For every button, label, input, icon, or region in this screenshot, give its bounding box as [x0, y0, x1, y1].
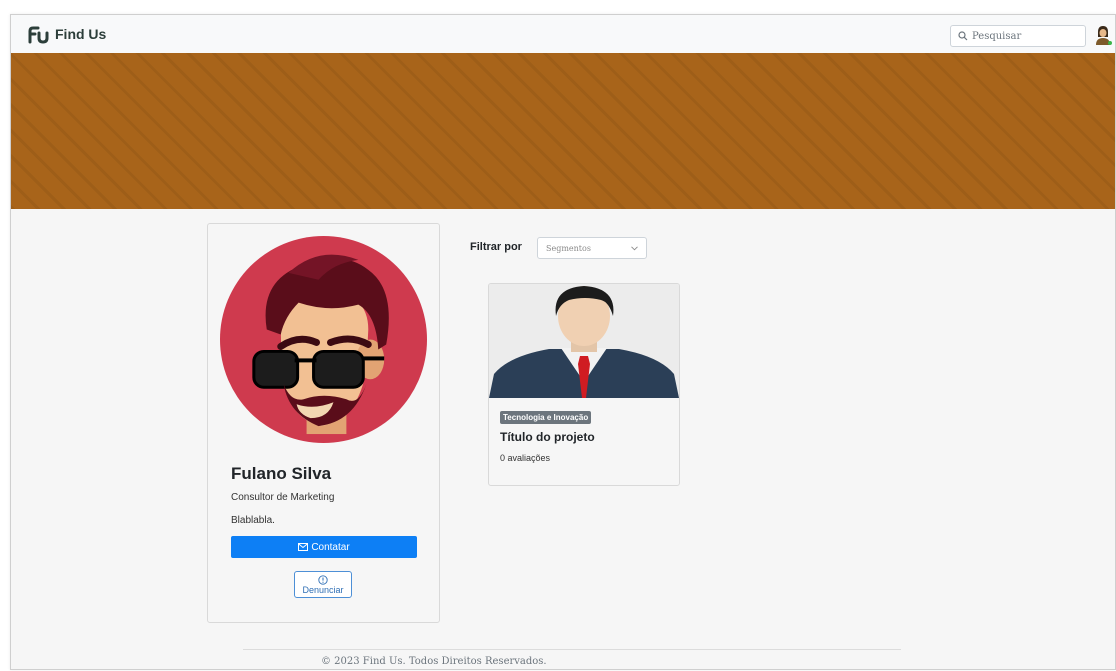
segment-select[interactable]: Segmentos [537, 237, 647, 259]
project-card[interactable]: Tecnologia e Inovação Título do projeto … [488, 283, 680, 486]
project-image [489, 284, 679, 398]
profile-name: Fulano Silva [231, 464, 332, 483]
app-window: Find Us Pesquisar Fulano Silva Consultor… [10, 14, 1116, 670]
filter-label: Filtrar por [470, 241, 522, 253]
fu-logo-icon[interactable] [27, 26, 49, 44]
navbar: Find Us Pesquisar [11, 15, 1115, 54]
project-category-badge: Tecnologia e Inovação [500, 411, 592, 424]
report-button[interactable]: Denunciar [294, 571, 352, 598]
search-icon [958, 31, 968, 41]
contact-label: Contatar [311, 541, 350, 553]
contact-button[interactable]: Contatar [231, 536, 417, 558]
envelope-icon [298, 543, 309, 551]
segment-select-value: Segmentos [546, 243, 591, 253]
exclamation-circle-icon [318, 574, 328, 585]
brand-name[interactable]: Find Us [55, 26, 106, 42]
footer-divider [243, 649, 901, 650]
search-placeholder: Pesquisar [972, 30, 1022, 42]
project-title[interactable]: Título do projeto [500, 430, 595, 444]
profile-bio: Blablabla. [231, 515, 275, 526]
project-rating: 0 avaliações [500, 453, 551, 463]
profile-avatar [219, 235, 428, 444]
profile-card: Fulano Silva Consultor de Marketing Blab… [207, 223, 440, 623]
user-avatar-icon[interactable] [1093, 24, 1113, 46]
profile-role: Consultor de Marketing [231, 492, 335, 503]
report-label: Denunciar [302, 584, 344, 595]
search-input[interactable]: Pesquisar [950, 25, 1086, 47]
footer-copyright: © 2023 Find Us. Todos Direitos Reservado… [321, 656, 547, 667]
cover-banner [11, 53, 1115, 209]
chevron-down-icon [631, 245, 638, 250]
